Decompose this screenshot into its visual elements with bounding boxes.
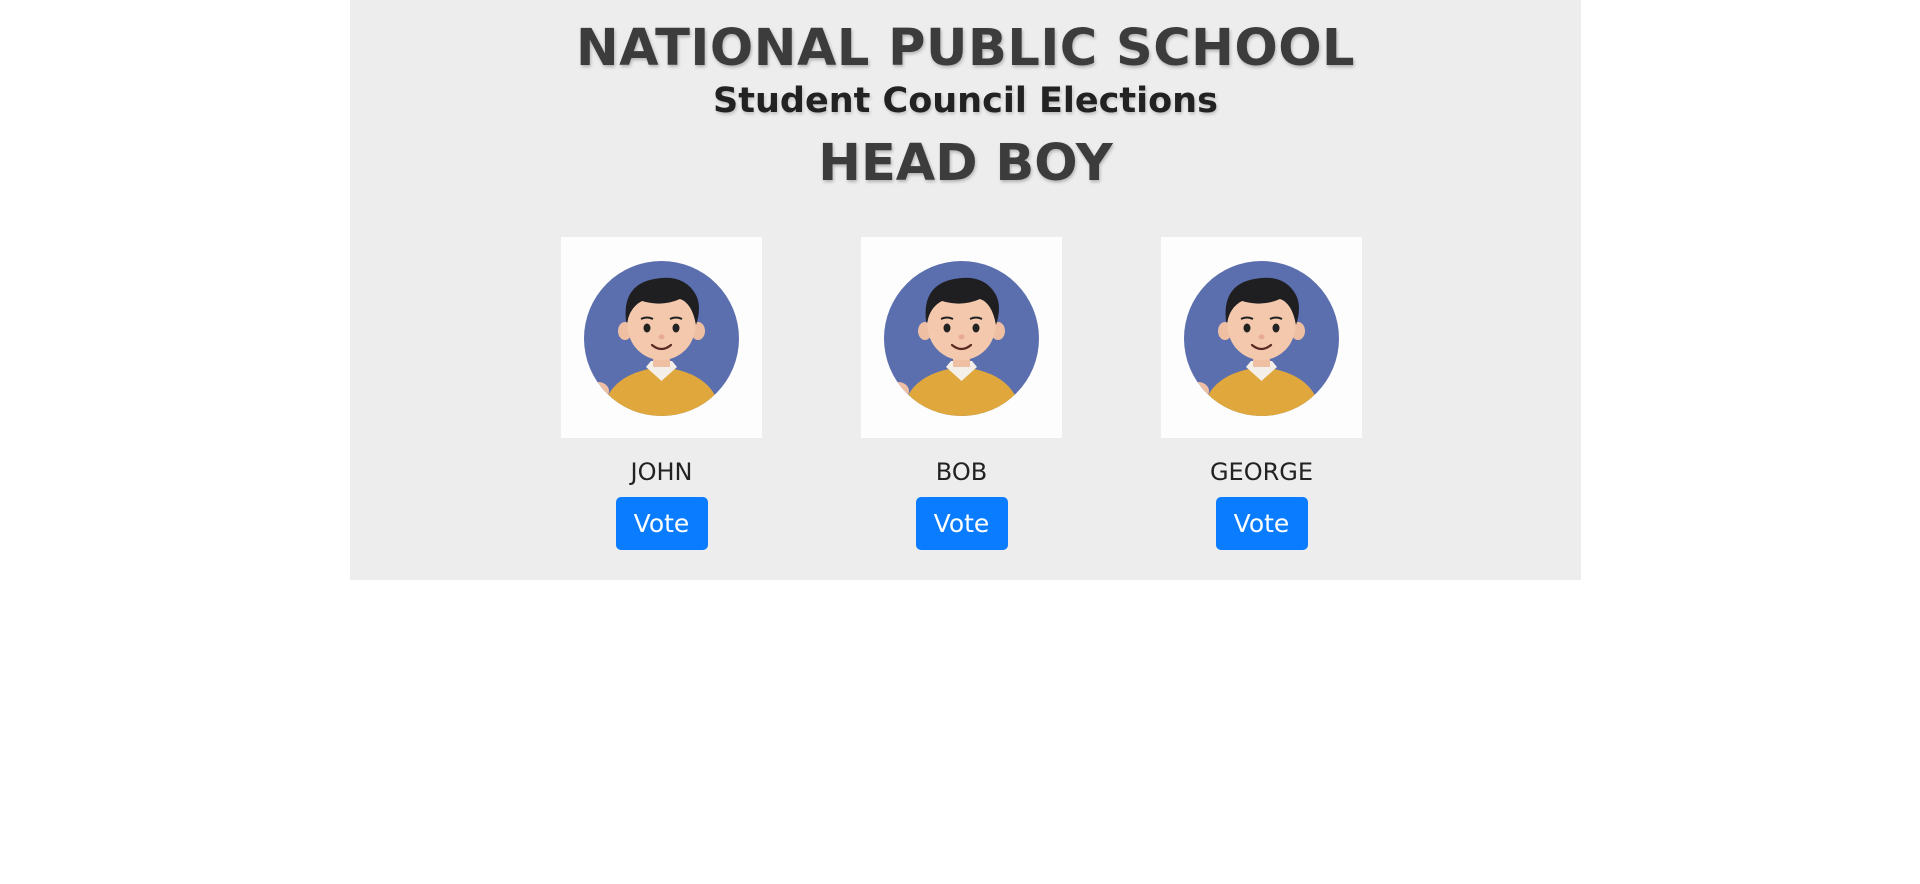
election-panel: NATIONAL PUBLIC SCHOOL Student Council E… [350, 0, 1581, 580]
school-title: NATIONAL PUBLIC SCHOOL [575, 19, 1356, 78]
boy-avatar-icon [1184, 261, 1339, 416]
candidate-name: BOB [935, 458, 988, 486]
candidate-photo [861, 237, 1062, 438]
vote-button-john[interactable]: Vote [615, 497, 708, 550]
candidate-name: GEORGE [1209, 458, 1314, 486]
candidate-name: JOHN [630, 458, 693, 486]
candidate-card-bob: BOB Vote [861, 237, 1062, 550]
position-title: HEAD BOY [818, 134, 1113, 193]
boy-avatar-icon [884, 261, 1039, 416]
candidate-card-john: JOHN Vote [561, 237, 762, 550]
candidate-photo [561, 237, 762, 438]
boy-avatar-icon [584, 261, 739, 416]
candidate-card-george: GEORGE Vote [1161, 237, 1362, 550]
vote-button-george[interactable]: Vote [1215, 497, 1308, 550]
candidate-photo [1161, 237, 1362, 438]
vote-button-bob[interactable]: Vote [915, 497, 1008, 550]
election-subtitle: Student Council Elections [713, 81, 1218, 121]
